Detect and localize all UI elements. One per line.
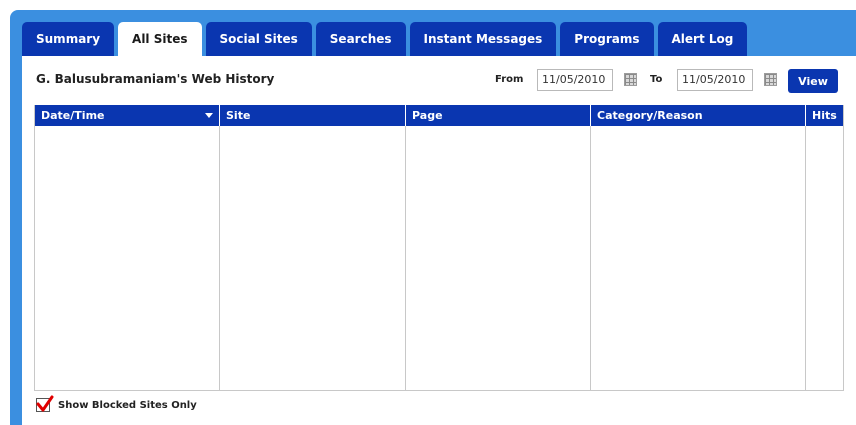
blocked-filter: Show Blocked Sites Only [36,395,197,412]
blocked-only-checkbox[interactable] [36,395,54,412]
tab-summary[interactable]: Summary [22,22,115,56]
tab-instant-messages[interactable]: Instant Messages [409,22,557,56]
to-label: To [650,74,663,85]
from-label: From [495,74,524,85]
sort-down-icon[interactable] [205,113,213,118]
checkmark-icon [36,395,54,412]
to-calendar-icon[interactable] [764,73,777,86]
tab-programs[interactable]: Programs [560,22,654,56]
table-body [35,126,843,390]
column-header-category[interactable]: Category/Reason [591,105,806,126]
column-header-page[interactable]: Page [406,105,591,126]
tab-bar: Summary All Sites Social Sites Searches … [22,22,810,56]
view-button[interactable]: View [788,69,838,93]
tab-all-sites[interactable]: All Sites [118,22,202,56]
column-header-date-time[interactable]: Date/Time [35,105,220,126]
column-hits [806,126,843,390]
column-page [406,126,591,390]
column-header-hits[interactable]: Hits [806,105,843,126]
from-date-input[interactable]: 11/05/2010 [537,69,613,91]
tab-searches[interactable]: Searches [315,22,406,56]
column-header-site[interactable]: Site [220,105,406,126]
to-date-input[interactable]: 11/05/2010 [677,69,753,91]
tab-social-sites[interactable]: Social Sites [205,22,312,56]
page-title: G. Balusubramaniam's Web History [36,72,275,86]
tab-alert-log[interactable]: Alert Log [657,22,748,56]
column-site [220,126,406,390]
blocked-only-label: Show Blocked Sites Only [58,399,197,411]
from-calendar-icon[interactable] [624,73,637,86]
column-category [591,126,806,390]
history-table: Date/Time Site Page Category/Reason Hits [34,105,844,391]
content-panel: G. Balusubramaniam's Web History From 11… [22,56,856,425]
table-header: Date/Time Site Page Category/Reason Hits [35,105,843,126]
column-date-time [35,126,220,390]
column-label: Date/Time [41,109,105,122]
